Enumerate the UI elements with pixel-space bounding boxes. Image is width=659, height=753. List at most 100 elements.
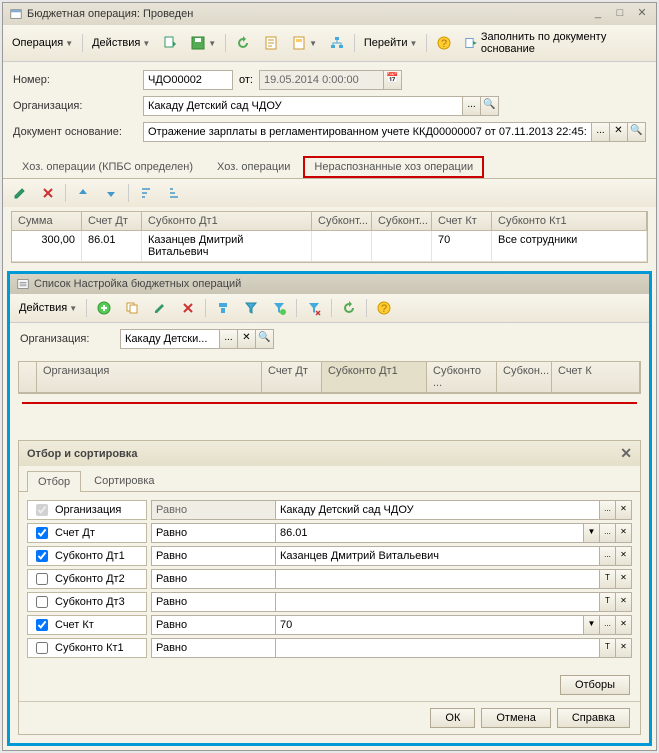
sub-refresh-button[interactable] [336,297,362,319]
filter1-button[interactable] [210,297,236,319]
minimize-button[interactable]: _ [590,7,606,21]
docbase-clear-button[interactable]: ✕ [610,122,628,142]
actions-menu[interactable]: Действия▼ [87,34,155,52]
col-sub-dt3[interactable]: Субконт... [372,212,432,230]
val-sub-kt1-t[interactable]: T [600,638,616,658]
val-sub-kt1[interactable] [275,638,600,658]
filter-clear-button[interactable] [301,297,327,319]
val-sub-dt2-t[interactable]: T [600,569,616,589]
tab-ops-kpbs[interactable]: Хоз. операции (КПБС определен) [11,156,204,178]
sub-org-select-button[interactable]: ... [220,329,238,349]
col-sum[interactable]: Сумма [12,212,82,230]
org-search-icon[interactable]: 🔍 [481,96,499,116]
val-acct-kt[interactable] [275,615,584,635]
chk-sub-dt2[interactable] [36,573,48,585]
grid-up-button[interactable] [70,182,96,204]
sub-help-button[interactable]: ? [371,297,397,319]
goto-menu[interactable]: Перейти▼ [359,34,423,52]
val-acct-dt-sel[interactable]: ... [600,523,616,543]
docbase-search-icon[interactable]: 🔍 [628,122,646,142]
val-org-clr[interactable]: ✕ [616,500,632,520]
sub-col-org[interactable]: Организация [37,362,262,392]
doc1-button[interactable] [258,32,284,54]
grid-sort-desc-button[interactable] [161,182,187,204]
sub-org-clear-button[interactable]: ✕ [238,329,256,349]
val-acct-dt-clr[interactable]: ✕ [616,523,632,543]
chk-acct-dt[interactable] [36,527,48,539]
val-sub-dt2-clr[interactable]: ✕ [616,569,632,589]
val-acct-kt-dd[interactable]: ▼ [584,615,600,635]
sub-col-sub-dt2[interactable]: Субконто ... [427,362,497,392]
grid-down-button[interactable] [98,182,124,204]
val-sub-dt3-t[interactable]: T [600,592,616,612]
org-input[interactable] [143,96,463,116]
grid-sort-asc-button[interactable] [133,182,159,204]
val-acct-dt[interactable] [275,523,584,543]
sub-actions-menu[interactable]: Действия▼ [14,299,82,317]
docbase-select-button[interactable]: ... [592,122,610,142]
sub-col-sub-dt1[interactable]: Субконто Дт1 [322,362,427,392]
val-org[interactable] [275,500,600,520]
doc2-button[interactable]: ▼ [286,32,322,54]
chk-acct-kt[interactable] [36,619,48,631]
col-acct-dt[interactable]: Счет Дт [82,212,142,230]
val-org-sel[interactable]: ... [600,500,616,520]
maximize-button[interactable]: □ [612,7,628,21]
filter-close-button[interactable]: ✕ [620,445,632,462]
tab-unrecognized[interactable]: Нераспознанные хоз операции [303,156,484,178]
val-sub-dt1-clr[interactable]: ✕ [616,546,632,566]
col-sub-kt1[interactable]: Субконто Кт1 [492,212,647,230]
val-sub-dt3-clr[interactable]: ✕ [616,592,632,612]
delete-button[interactable] [175,297,201,319]
sub-col-acct-dt[interactable]: Счет Дт [262,362,322,392]
date-input[interactable] [259,70,384,90]
close-button[interactable]: ✕ [634,7,650,21]
filters-button[interactable]: Отборы [560,675,630,695]
copy-button[interactable] [119,297,145,319]
sub-org-input[interactable] [120,329,220,349]
val-sub-dt3[interactable] [275,592,600,612]
col-sub-dt1[interactable]: Субконто Дт1 [142,212,312,230]
refresh-button[interactable] [230,32,256,54]
chk-sub-dt1[interactable] [36,550,48,562]
filter-tab-sort[interactable]: Сортировка [83,470,165,491]
org-select-button[interactable]: ... [463,96,481,116]
operation-menu[interactable]: Операция▼ [7,34,78,52]
cancel-button[interactable]: Отмена [481,708,550,728]
from-label: от: [239,74,253,86]
filter3-button[interactable] [266,297,292,319]
help-button[interactable]: ? [431,32,457,54]
chk-sub-kt1[interactable] [36,642,48,654]
val-sub-kt1-clr[interactable]: ✕ [616,638,632,658]
val-acct-kt-clr[interactable]: ✕ [616,615,632,635]
sub-col-sub-dt3[interactable]: Субкон... [497,362,552,392]
ok-button[interactable]: ОК [430,708,475,728]
filter2-button[interactable] [238,297,264,319]
filter-tab-filter[interactable]: Отбор [27,471,81,492]
edit-button[interactable] [147,297,173,319]
sub-org-search-icon[interactable]: 🔍 [256,329,274,349]
col-sub-dt2[interactable]: Субконт... [312,212,372,230]
docbase-input[interactable] [143,122,592,142]
val-sub-dt1-sel[interactable]: ... [600,546,616,566]
table-row[interactable]: 300,00 86.01 Казанцев Дмитрий Витальевич… [12,231,647,262]
number-input[interactable] [143,70,233,90]
val-sub-dt1[interactable] [275,546,600,566]
col-acct-kt[interactable]: Счет Кт [432,212,492,230]
tab-ops[interactable]: Хоз. операции [206,156,301,178]
chk-sub-dt3[interactable] [36,596,48,608]
val-sub-dt2[interactable] [275,569,600,589]
post-button[interactable] [157,32,183,54]
save-button[interactable]: ▼ [185,32,221,54]
help-button-dialog[interactable]: Справка [557,708,630,728]
fill-by-doc-button[interactable]: Заполнить по документу основание [459,28,652,58]
val-acct-kt-sel[interactable]: ... [600,615,616,635]
add-button[interactable] [91,297,117,319]
val-acct-dt-dd[interactable]: ▼ [584,523,600,543]
main-toolbar: Операция▼ Действия▼ ▼ ▼ Перейти▼ ? Запол… [3,25,656,62]
calendar-icon[interactable]: 📅 [384,70,402,90]
grid-edit-button[interactable] [7,182,33,204]
struct-button[interactable] [324,32,350,54]
sub-col-acct-kt[interactable]: Счет К [552,362,640,392]
grid-delete-button[interactable] [35,182,61,204]
